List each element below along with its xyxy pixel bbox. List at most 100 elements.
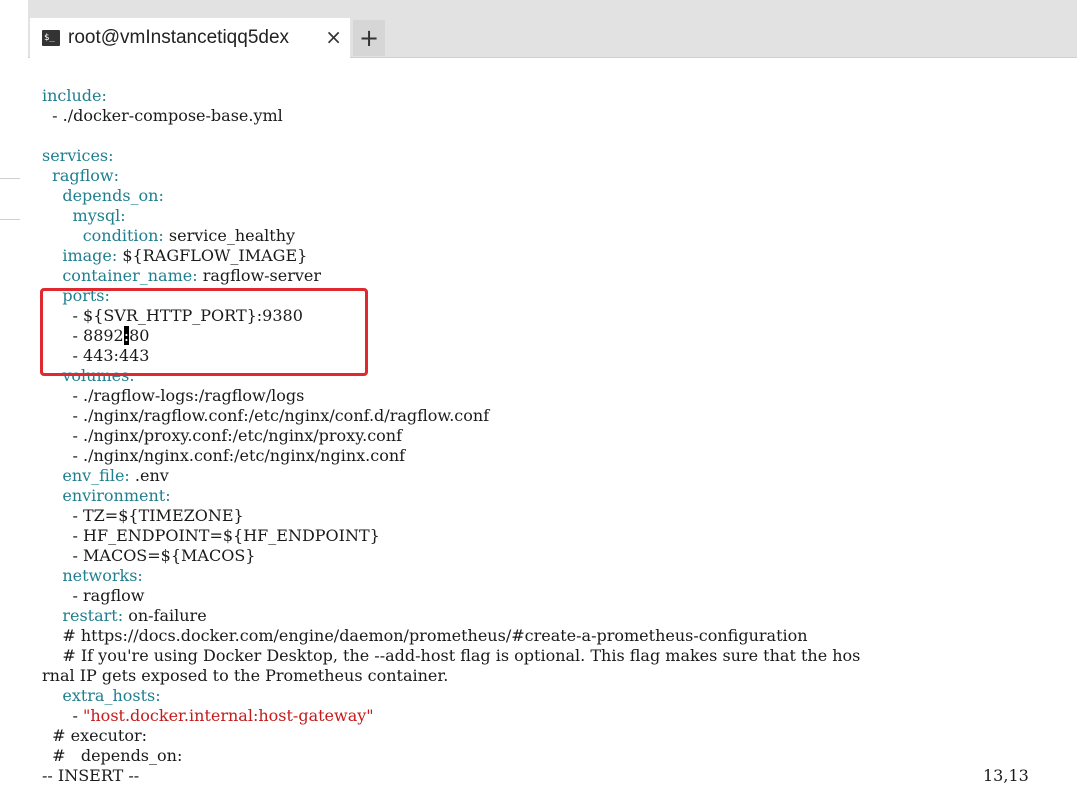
code-text: - HF_ENDPOINT=${HF_ENDPOINT} (42, 526, 380, 545)
code-text: - ./nginx/nginx.conf:/etc/nginx/nginx.co… (42, 446, 406, 465)
code-line: - ./ragflow-logs:/ragflow/logs (42, 386, 860, 406)
code-line: - "host.docker.internal:host-gateway" (42, 706, 860, 726)
code-line: depends_on: (42, 186, 860, 206)
code-line: extra_hosts: (42, 686, 860, 706)
code-line: - 443:443 (42, 346, 860, 366)
code-line: - ${SVR_HTTP_PORT}:9380 (42, 306, 860, 326)
code-text: # depends_on: (42, 746, 183, 765)
code-text: - ./nginx/ragflow.conf:/etc/nginx/conf.d… (42, 406, 490, 425)
code-text: - 8892 (42, 326, 124, 345)
yaml-key: depends_on: (62, 186, 164, 205)
code-text: - ragflow (42, 586, 145, 605)
code-line: - ./docker-compose-base.yml (42, 106, 860, 126)
code-line: # depends_on: (42, 746, 860, 766)
code-line: - HF_ENDPOINT=${HF_ENDPOINT} (42, 526, 860, 546)
tab-bar: $_ root@vmInstancetiqq5dex × + (28, 0, 1077, 58)
code-line: networks: (42, 566, 860, 586)
yaml-key: ragflow: (52, 166, 119, 185)
code-text: - MACOS=${MACOS} (42, 546, 256, 565)
left-edge-panel (0, 0, 28, 790)
code-line: mysql: (42, 206, 860, 226)
code-line: env_file: .env (42, 466, 860, 486)
yaml-key: mysql: (72, 206, 126, 225)
code-text: # If you're using Docker Desktop, the --… (42, 646, 861, 665)
file-content: include: - ./docker-compose-base.yml serv… (42, 86, 860, 766)
yaml-key: volumes: (62, 366, 135, 385)
code-line: # https://docs.docker.com/engine/daemon/… (42, 626, 860, 646)
code-text: ${RAGFLOW_IMAGE} (117, 246, 308, 265)
code-text: - ${SVR_HTTP_PORT}:9380 (42, 306, 303, 325)
code-text: - (42, 706, 84, 725)
yaml-key: env_file: (62, 466, 130, 485)
terminal-icon: $_ (42, 30, 60, 46)
code-line: - ./nginx/ragflow.conf:/etc/nginx/conf.d… (42, 406, 860, 426)
code-text: .env (129, 466, 169, 485)
code-text: 80 (129, 326, 150, 345)
terminal-editor[interactable]: include: - ./docker-compose-base.yml serv… (28, 70, 1077, 790)
code-line: rnal IP gets exposed to the Prometheus c… (42, 666, 860, 686)
cursor-position: 13,13 (983, 766, 1029, 785)
code-line: - TZ=${TIMEZONE} (42, 506, 860, 526)
code-text: on-failure (123, 606, 207, 625)
yaml-key: image: (62, 246, 118, 265)
code-text: # executor: (42, 726, 147, 745)
code-line: - 8892:80 (42, 326, 860, 346)
yaml-string: "host.docker.internal:host-gateway" (83, 706, 374, 725)
code-text: - ./docker-compose-base.yml (42, 106, 283, 125)
code-line: environment: (42, 486, 860, 506)
code-line: ports: (42, 286, 860, 306)
code-line: - ragflow (42, 586, 860, 606)
code-line: ragflow: (42, 166, 860, 186)
yaml-key: extra_hosts: (62, 686, 161, 705)
code-line: services: (42, 146, 860, 166)
yaml-key: environment: (62, 486, 171, 505)
yaml-key: restart: (62, 606, 124, 625)
code-text: ragflow-server (197, 266, 322, 285)
code-line: - ./nginx/proxy.conf:/etc/nginx/proxy.co… (42, 426, 860, 446)
code-text: - ./nginx/proxy.conf:/etc/nginx/proxy.co… (42, 426, 403, 445)
code-line: image: ${RAGFLOW_IMAGE} (42, 246, 860, 266)
code-line: volumes: (42, 366, 860, 386)
code-text: # https://docs.docker.com/engine/daemon/… (42, 626, 808, 645)
yaml-key: ports: (62, 286, 110, 305)
yaml-key: container_name: (62, 266, 198, 285)
yaml-key: include: (42, 86, 107, 105)
code-text: - 443:443 (42, 346, 150, 365)
tab-title: root@vmInstancetiqq5dex (68, 27, 290, 48)
code-text: service_healthy (163, 226, 296, 245)
new-tab-button[interactable]: + (353, 20, 385, 56)
yaml-key: condition: (82, 226, 164, 245)
close-icon[interactable]: × (325, 27, 342, 47)
code-line: include: (42, 86, 860, 106)
yaml-key: services: (42, 146, 114, 165)
tab-terminal-session[interactable]: $_ root@vmInstancetiqq5dex × (30, 18, 350, 58)
code-line: # executor: (42, 726, 860, 746)
code-text: - ./ragflow-logs:/ragflow/logs (42, 386, 305, 405)
code-line: - MACOS=${MACOS} (42, 546, 860, 566)
code-line: - ./nginx/nginx.conf:/etc/nginx/nginx.co… (42, 446, 860, 466)
code-line: condition: service_healthy (42, 226, 860, 246)
yaml-key: networks: (62, 566, 143, 585)
code-text: - TZ=${TIMEZONE} (42, 506, 244, 525)
divider (0, 219, 20, 220)
code-line: # If you're using Docker Desktop, the --… (42, 646, 860, 666)
vim-mode-indicator: -- INSERT -- (42, 766, 140, 785)
divider (0, 178, 20, 179)
code-line: restart: on-failure (42, 606, 860, 626)
code-line: container_name: ragflow-server (42, 266, 860, 286)
code-text: rnal IP gets exposed to the Prometheus c… (42, 666, 449, 685)
